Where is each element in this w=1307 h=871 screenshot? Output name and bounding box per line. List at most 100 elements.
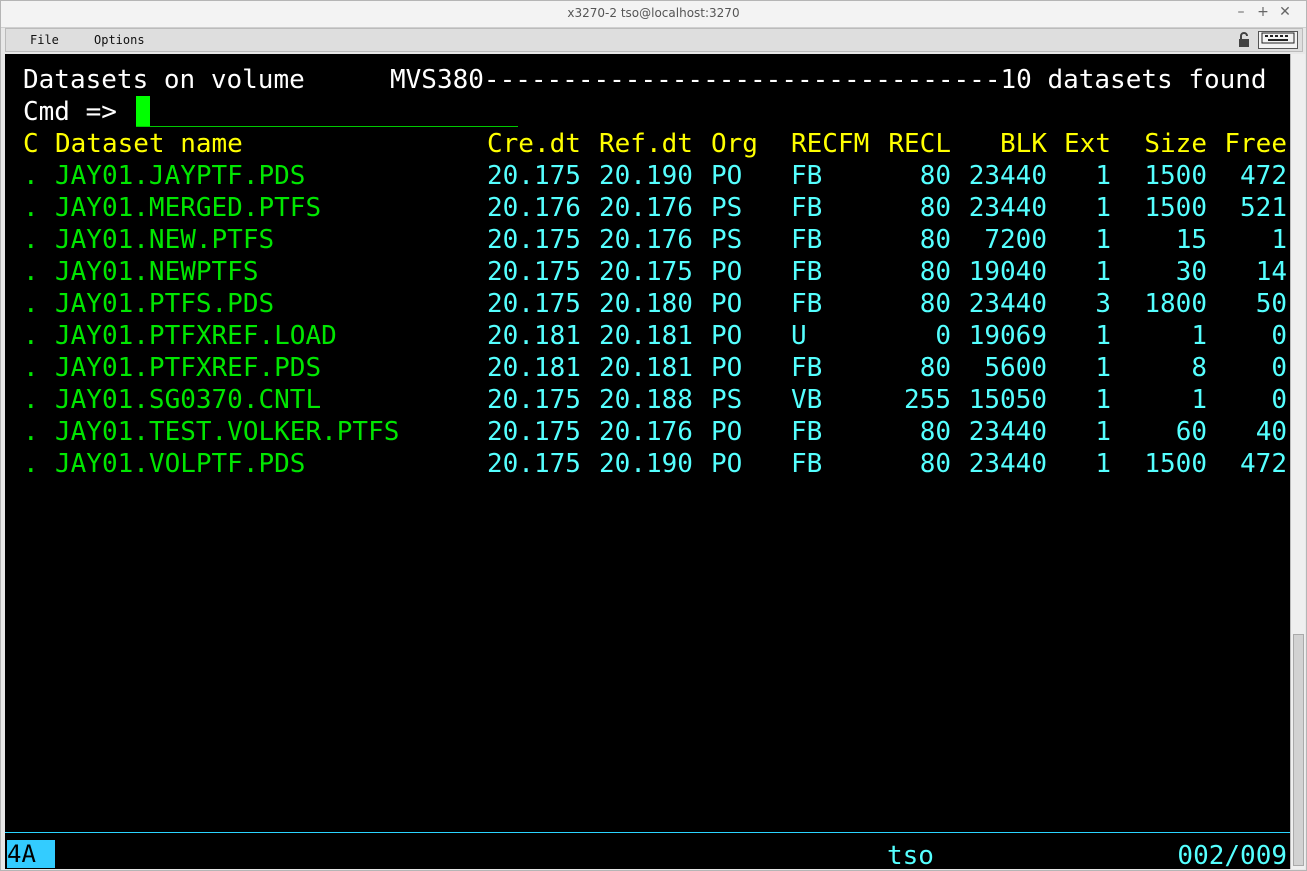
menu-file[interactable]: File <box>30 33 59 47</box>
cell-ext: 1 <box>1095 353 1111 383</box>
cell-size: 8 <box>1191 353 1207 383</box>
cell-ref: 20.190 <box>599 161 693 191</box>
close-button[interactable]: ✕ <box>1274 4 1296 20</box>
cell-free: 40 <box>1255 417 1287 447</box>
cell-free: 0 <box>1271 385 1287 415</box>
cell-c[interactable]: . <box>23 416 39 448</box>
cell-name[interactable]: JAY01.TEST.VOLKER.PTFS <box>55 416 399 448</box>
cursor <box>136 96 150 126</box>
col-blk: BLK <box>1000 129 1047 159</box>
cell-size: 1 <box>1191 321 1207 351</box>
col-ext: Ext <box>1064 129 1111 159</box>
cell-recfm: VB <box>791 385 823 415</box>
cell-org: PO <box>711 321 743 351</box>
cell-ext: 1 <box>1095 257 1111 287</box>
cell-c[interactable]: . <box>23 160 39 192</box>
cell-blk: 23440 <box>968 193 1047 223</box>
cell-ext: 1 <box>1095 417 1111 447</box>
cell-ext: 1 <box>1095 161 1111 191</box>
cell-name[interactable]: JAY01.JAYPTF.PDS <box>55 160 305 192</box>
scrollbar[interactable] <box>1290 54 1305 869</box>
cell-free: 0 <box>1271 353 1287 383</box>
cell-name[interactable]: JAY01.MERGED.PTFS <box>55 192 321 224</box>
cell-recfm: FB <box>791 449 823 479</box>
cell-name[interactable]: JAY01.PTFXREF.PDS <box>55 352 321 384</box>
oia-status-indicator: 4A <box>7 840 55 868</box>
cell-blk: 19069 <box>968 321 1047 351</box>
cell-cre: 20.175 <box>487 385 581 415</box>
cell-recl: 80 <box>919 449 951 479</box>
maximize-button[interactable]: + <box>1252 4 1274 20</box>
keyboard-icon[interactable] <box>1258 31 1298 49</box>
cell-ref: 20.188 <box>599 385 693 415</box>
title-bar: x3270-2 tso@localhost:3270 – + ✕ <box>1 1 1306 28</box>
cell-c[interactable]: . <box>23 320 39 352</box>
cell-name[interactable]: JAY01.NEW.PTFS <box>55 224 274 256</box>
cell-ref: 20.176 <box>599 417 693 447</box>
cell-cre: 20.175 <box>487 257 581 287</box>
cell-free: 14 <box>1255 257 1287 287</box>
cell-ext: 1 <box>1095 385 1111 415</box>
cell-size: 30 <box>1175 257 1207 287</box>
window-title: x3270-2 tso@localhost:3270 <box>567 6 740 20</box>
col-recl: RECL <box>888 129 951 159</box>
cell-c[interactable]: . <box>23 448 39 480</box>
cell-ext: 1 <box>1095 321 1111 351</box>
cell-name[interactable]: JAY01.PTFS.PDS <box>55 288 274 320</box>
window-controls: – + ✕ <box>1230 4 1296 20</box>
minimize-button[interactable]: – <box>1230 4 1252 20</box>
cell-blk: 23440 <box>968 449 1047 479</box>
cell-name[interactable]: JAY01.PTFXREF.LOAD <box>55 320 337 352</box>
terminal-screen[interactable]: Datasets on volume MVS380---------------… <box>5 54 1290 869</box>
cell-ext: 1 <box>1095 225 1111 255</box>
cell-name[interactable]: JAY01.NEWPTFS <box>55 256 259 288</box>
cell-ext: 1 <box>1095 449 1111 479</box>
cell-c[interactable]: . <box>23 224 39 256</box>
cell-recfm: FB <box>791 257 823 287</box>
cell-ref: 20.180 <box>599 289 693 319</box>
cell-size: 1 <box>1191 385 1207 415</box>
cell-org: PO <box>711 353 743 383</box>
cell-free: 521 <box>1240 193 1287 223</box>
cell-recfm: FB <box>791 161 823 191</box>
col-c: C <box>23 129 39 159</box>
cell-cre: 20.175 <box>487 225 581 255</box>
cell-name[interactable]: JAY01.SG0370.CNTL <box>55 384 321 416</box>
col-cre: Cre.dt <box>487 129 581 159</box>
cell-ref: 20.181 <box>599 353 693 383</box>
cell-blk: 23440 <box>968 289 1047 319</box>
cell-free: 472 <box>1240 161 1287 191</box>
cell-ref: 20.176 <box>599 225 693 255</box>
scrollbar-thumb[interactable] <box>1293 634 1304 866</box>
cmd-input[interactable] <box>136 126 518 127</box>
cell-name[interactable]: JAY01.VOLPTF.PDS <box>55 448 305 480</box>
col-org: Org <box>711 129 758 159</box>
cell-recl: 80 <box>919 417 951 447</box>
cell-cre: 20.181 <box>487 321 581 351</box>
cell-org: PO <box>711 449 743 479</box>
cell-org: PO <box>711 257 743 287</box>
col-free: Free <box>1224 129 1287 159</box>
cell-blk: 7200 <box>984 225 1047 255</box>
cell-recl: 80 <box>919 193 951 223</box>
cell-recl: 80 <box>919 225 951 255</box>
cell-size: 60 <box>1175 417 1207 447</box>
cell-recfm: FB <box>791 417 823 447</box>
cell-c[interactable]: . <box>23 256 39 288</box>
cell-c[interactable]: . <box>23 288 39 320</box>
cell-cre: 20.176 <box>487 193 581 223</box>
cell-size: 1500 <box>1144 161 1207 191</box>
col-ref: Ref.dt <box>599 129 693 159</box>
cell-cre: 20.175 <box>487 417 581 447</box>
col-recfm: RECFM <box>791 129 870 159</box>
cell-size: 1500 <box>1144 449 1207 479</box>
cell-free: 0 <box>1271 321 1287 351</box>
cmd-prompt: Cmd => <box>23 97 117 127</box>
cell-c[interactable]: . <box>23 352 39 384</box>
cell-c[interactable]: . <box>23 192 39 224</box>
cell-c[interactable]: . <box>23 384 39 416</box>
cell-blk: 15050 <box>968 385 1047 415</box>
cell-recfm: FB <box>791 193 823 223</box>
cell-cre: 20.175 <box>487 161 581 191</box>
menu-options[interactable]: Options <box>94 33 145 47</box>
